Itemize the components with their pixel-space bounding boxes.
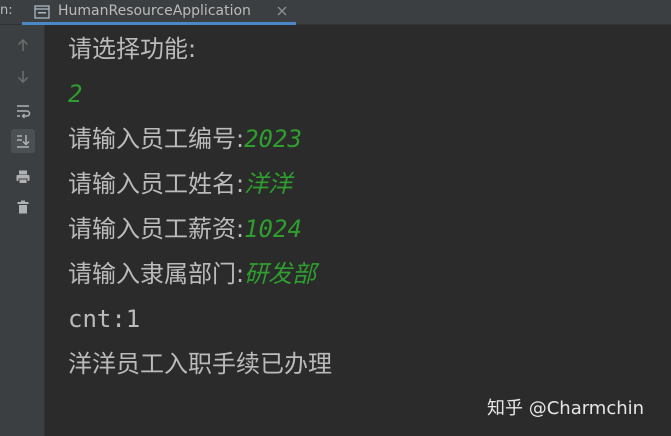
watermark: 知乎 @Charmchin xyxy=(487,398,645,419)
close-icon[interactable] xyxy=(275,4,289,18)
console-icon xyxy=(34,5,50,19)
prompt-employee-id: 请输入员工编号: xyxy=(68,125,245,153)
prompt-employee-salary: 请输入员工薪资: xyxy=(68,215,245,243)
prompt-select-function: 请选择功能: xyxy=(68,35,197,63)
tab-title: HumanResourceApplication xyxy=(58,3,251,19)
run-tab-bar: n: HumanResourceApplication xyxy=(0,0,671,25)
run-label: n: xyxy=(0,3,13,18)
trash-icon[interactable] xyxy=(11,195,35,219)
console-line: 2 xyxy=(68,72,332,117)
tab-human-resource-application[interactable]: HumanResourceApplication xyxy=(22,0,296,25)
onboarding-complete-message: 洋洋员工入职手续已办理 xyxy=(68,350,332,378)
arrow-down-icon[interactable] xyxy=(11,65,35,89)
console-line: 请选择功能: xyxy=(68,27,332,72)
soft-wrap-icon[interactable] xyxy=(11,99,35,123)
console-line: cnt:1 xyxy=(68,297,332,342)
console-line: 请输入员工姓名:洋洋 xyxy=(68,162,332,207)
console-line: 洋洋员工入职手续已办理 xyxy=(68,342,332,387)
ide-run-window: n: HumanResourceApplication 请选择功能: 2 请输入… xyxy=(0,0,671,436)
console-line: 请输入隶属部门:研发部 xyxy=(68,252,332,297)
user-input-employee-name: 洋洋 xyxy=(244,170,293,198)
console-line: 请输入员工薪资:1024 xyxy=(68,207,332,252)
console-line: 请输入员工编号:2023 xyxy=(68,117,332,162)
user-input-option: 2 xyxy=(68,80,83,108)
count-output: cnt:1 xyxy=(68,305,141,333)
active-tab-indicator xyxy=(22,22,296,25)
prompt-department: 请输入隶属部门: xyxy=(68,260,245,288)
user-input-department: 研发部 xyxy=(244,260,317,288)
scroll-to-end-icon[interactable] xyxy=(11,129,35,153)
user-input-employee-salary: 1024 xyxy=(244,215,302,243)
print-icon[interactable] xyxy=(11,165,35,189)
console-toolbar xyxy=(0,25,45,436)
prompt-employee-name: 请输入员工姓名: xyxy=(68,170,245,198)
user-input-employee-id: 2023 xyxy=(244,125,302,153)
arrow-up-icon[interactable] xyxy=(11,33,35,57)
console-output: 请选择功能: 2 请输入员工编号:2023 请输入员工姓名:洋洋 请输入员工薪资… xyxy=(68,27,332,387)
